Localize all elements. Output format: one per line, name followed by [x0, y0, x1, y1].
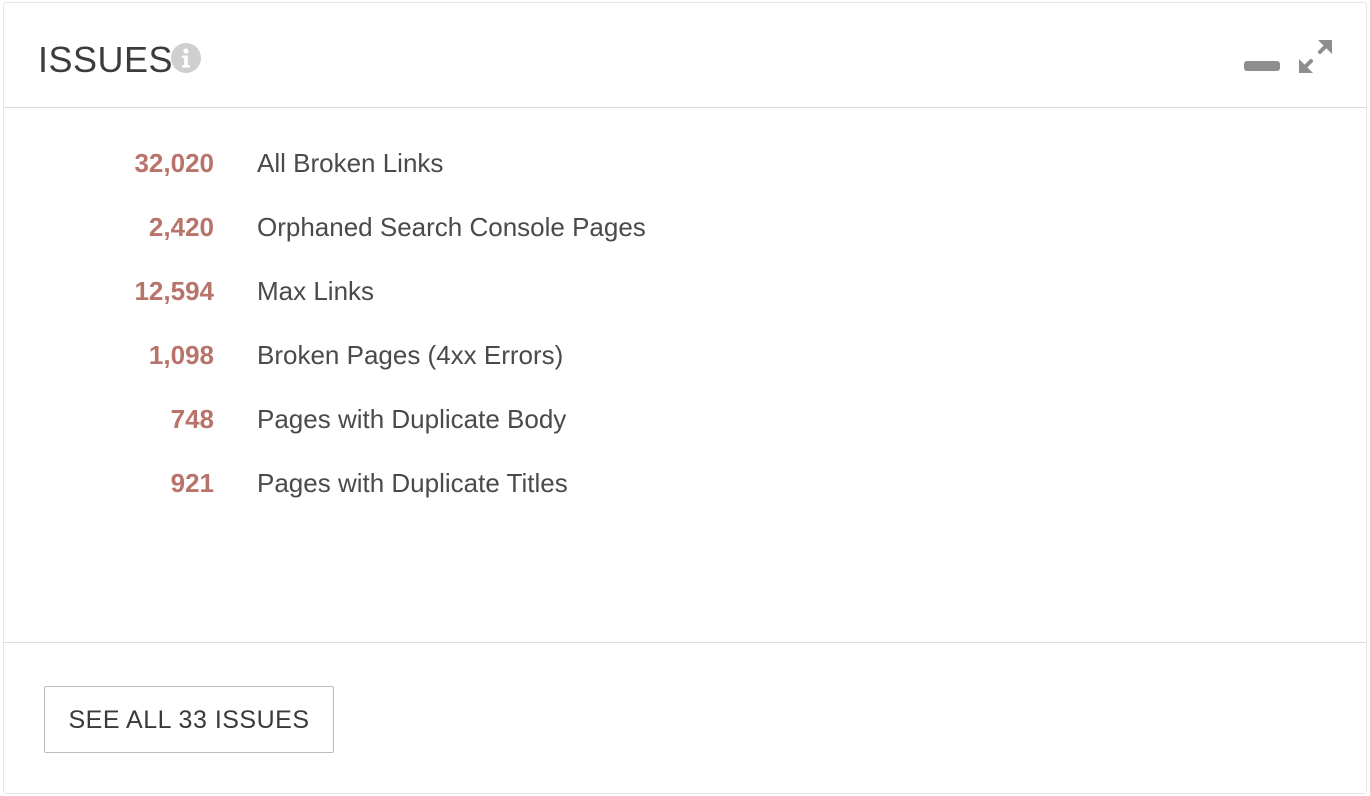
issues-widget: ISSUES 32,020 All Broken Links 2,420 Orp… — [3, 2, 1367, 794]
issue-row[interactable]: 2,420 Orphaned Search Console Pages — [4, 206, 904, 246]
minimize-icon — [1244, 61, 1280, 71]
issue-count[interactable]: 748 — [54, 404, 214, 434]
issue-row[interactable]: 32,020 All Broken Links — [4, 142, 904, 182]
minimize-button[interactable] — [1240, 55, 1280, 75]
expand-icon — [1299, 40, 1332, 73]
widget-header: ISSUES — [4, 3, 1366, 108]
issue-label[interactable]: Broken Pages (4xx Errors) — [257, 340, 563, 370]
issue-count[interactable]: 1,098 — [54, 340, 214, 370]
issue-label[interactable]: Orphaned Search Console Pages — [257, 212, 646, 242]
expand-button[interactable] — [1296, 37, 1336, 77]
widget-footer: SEE ALL 33 ISSUES — [4, 642, 1366, 793]
issue-row[interactable]: 921 Pages with Duplicate Titles — [4, 462, 904, 502]
issue-row[interactable]: 1,098 Broken Pages (4xx Errors) — [4, 334, 904, 374]
issue-count[interactable]: 921 — [54, 468, 214, 498]
issue-label[interactable]: Pages with Duplicate Body — [257, 404, 566, 434]
issue-label[interactable]: Pages with Duplicate Titles — [257, 468, 568, 498]
issues-list: 32,020 All Broken Links 2,420 Orphaned S… — [4, 109, 1366, 643]
info-icon[interactable] — [170, 42, 202, 74]
issue-count[interactable]: 2,420 — [54, 212, 214, 242]
widget-title: ISSUES — [38, 39, 174, 80]
issue-row[interactable]: 748 Pages with Duplicate Body — [4, 398, 904, 438]
issue-label[interactable]: All Broken Links — [257, 148, 443, 178]
issue-row[interactable]: 12,594 Max Links — [4, 270, 904, 310]
see-all-issues-button[interactable]: SEE ALL 33 ISSUES — [44, 686, 334, 753]
issue-label[interactable]: Max Links — [257, 276, 374, 306]
issue-count[interactable]: 12,594 — [54, 276, 214, 306]
issue-count[interactable]: 32,020 — [54, 148, 214, 178]
